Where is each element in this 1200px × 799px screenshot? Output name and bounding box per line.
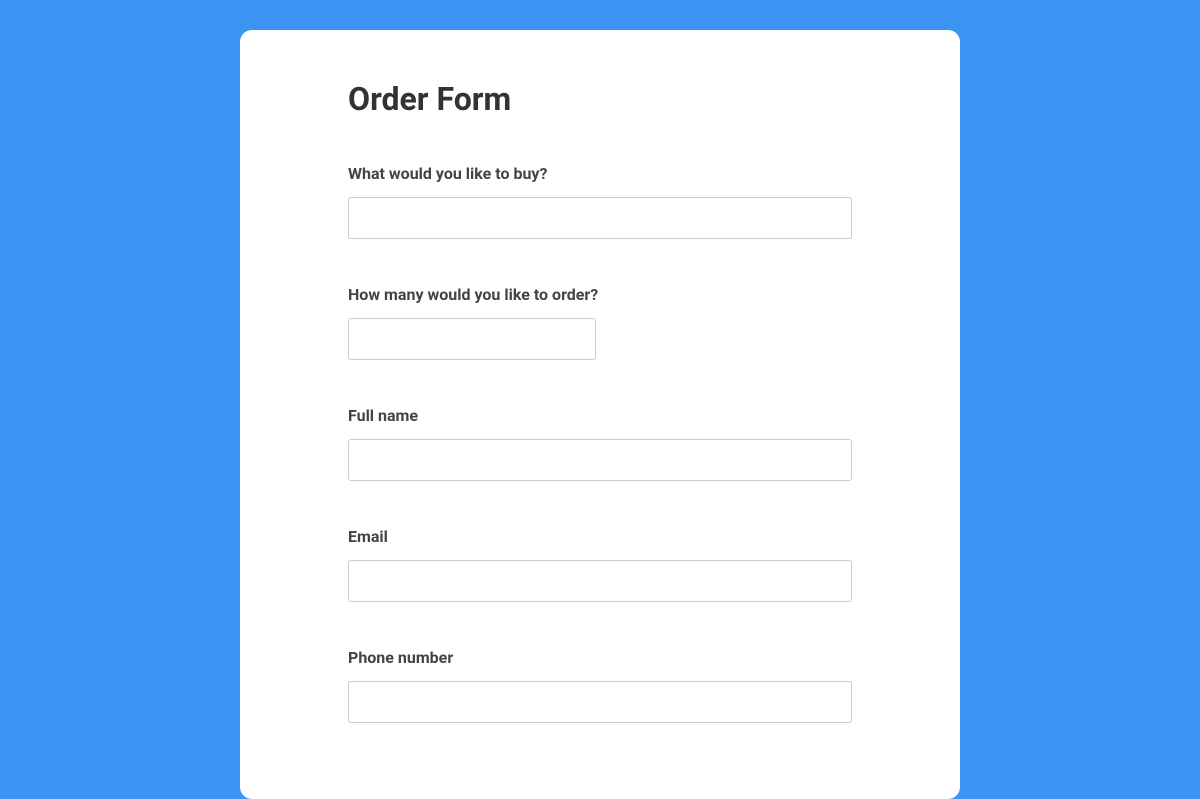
order-form-card: Order Form What would you like to buy? H… [240,30,960,799]
product-label: What would you like to buy? [348,164,852,183]
form-group-phone: Phone number [348,648,852,723]
fullname-label: Full name [348,406,852,425]
form-group-product: What would you like to buy? [348,164,852,239]
form-group-fullname: Full name [348,406,852,481]
form-group-quantity: How many would you like to order? [348,285,852,360]
fullname-input[interactable] [348,439,852,481]
form-title: Order Form [348,80,852,118]
phone-input[interactable] [348,681,852,723]
quantity-input[interactable] [348,318,596,360]
product-input[interactable] [348,197,852,239]
quantity-label: How many would you like to order? [348,285,852,304]
email-label: Email [348,527,852,546]
email-input[interactable] [348,560,852,602]
form-group-email: Email [348,527,852,602]
phone-label: Phone number [348,648,852,667]
